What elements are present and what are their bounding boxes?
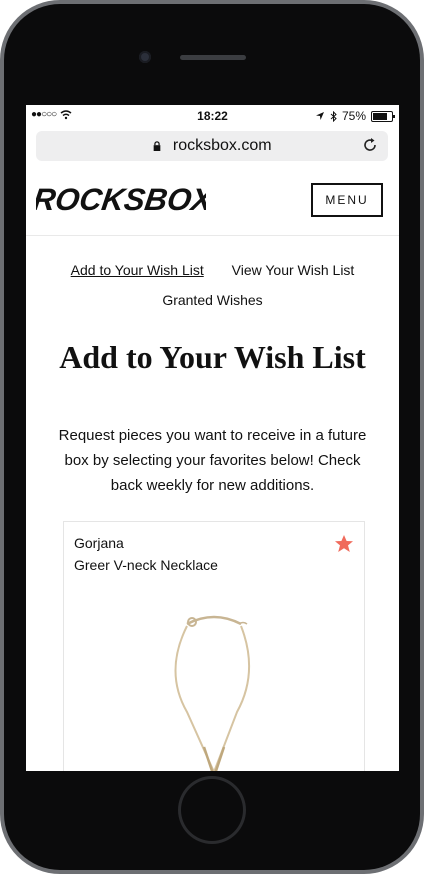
- page-description: Request pieces you want to receive in a …: [58, 427, 367, 494]
- nav-row: Granted Wishes: [26, 285, 399, 315]
- nav-view-wish-list[interactable]: View Your Wish List: [220, 262, 367, 278]
- necklace-image: [174, 615, 250, 771]
- star-icon[interactable]: [334, 534, 354, 554]
- nav-row: Add to Your Wish List View Your Wish Lis…: [26, 255, 399, 285]
- rocksbox-logo[interactable]: ROCKSBOX: [31, 179, 217, 219]
- lock-icon: [154, 140, 161, 151]
- product-brand: Gorjana: [74, 535, 124, 551]
- battery-icon: [371, 110, 395, 122]
- url-text: rocksbox.com: [172, 137, 272, 154]
- front-camera: [139, 51, 151, 63]
- status-bar: ●●○○○ 18:22 75%: [26, 105, 399, 127]
- menu-label: MENU: [325, 193, 369, 207]
- home-button[interactable]: [178, 776, 246, 844]
- reload-icon[interactable]: [362, 137, 378, 153]
- address-bar[interactable]: rocksbox.com: [36, 131, 388, 161]
- site-header: ROCKSBOX MENU: [26, 165, 399, 236]
- product-name: Greer V-neck Necklace: [74, 557, 218, 573]
- logo-wordmark: ROCKSBOX: [31, 182, 217, 217]
- battery-percent: 75%: [341, 109, 366, 123]
- menu-button[interactable]: MENU: [311, 183, 383, 217]
- phone-frame: ●●○○○ 18:22 75% rocksbox.com ROCKSBOX ME…: [0, 0, 424, 874]
- page-title: Add to Your Wish List: [59, 339, 366, 375]
- product-card[interactable]: Gorjana Greer V-neck Necklace: [63, 521, 365, 771]
- nav-add-to-wish-list[interactable]: Add to Your Wish List: [59, 262, 216, 278]
- nav-granted-wishes[interactable]: Granted Wishes: [150, 292, 274, 308]
- url-display: rocksbox.com: [36, 137, 388, 155]
- bluetooth-icon: [330, 110, 337, 122]
- earpiece-speaker: [180, 55, 246, 60]
- wishlist-nav: Add to Your Wish List View Your Wish Lis…: [26, 255, 399, 315]
- location-arrow-icon: [315, 112, 324, 120]
- screen: ●●○○○ 18:22 75% rocksbox.com ROCKSBOX ME…: [26, 105, 399, 771]
- logo-text: ROCKSBOX: [36, 182, 206, 217]
- status-right: 75%: [315, 109, 395, 123]
